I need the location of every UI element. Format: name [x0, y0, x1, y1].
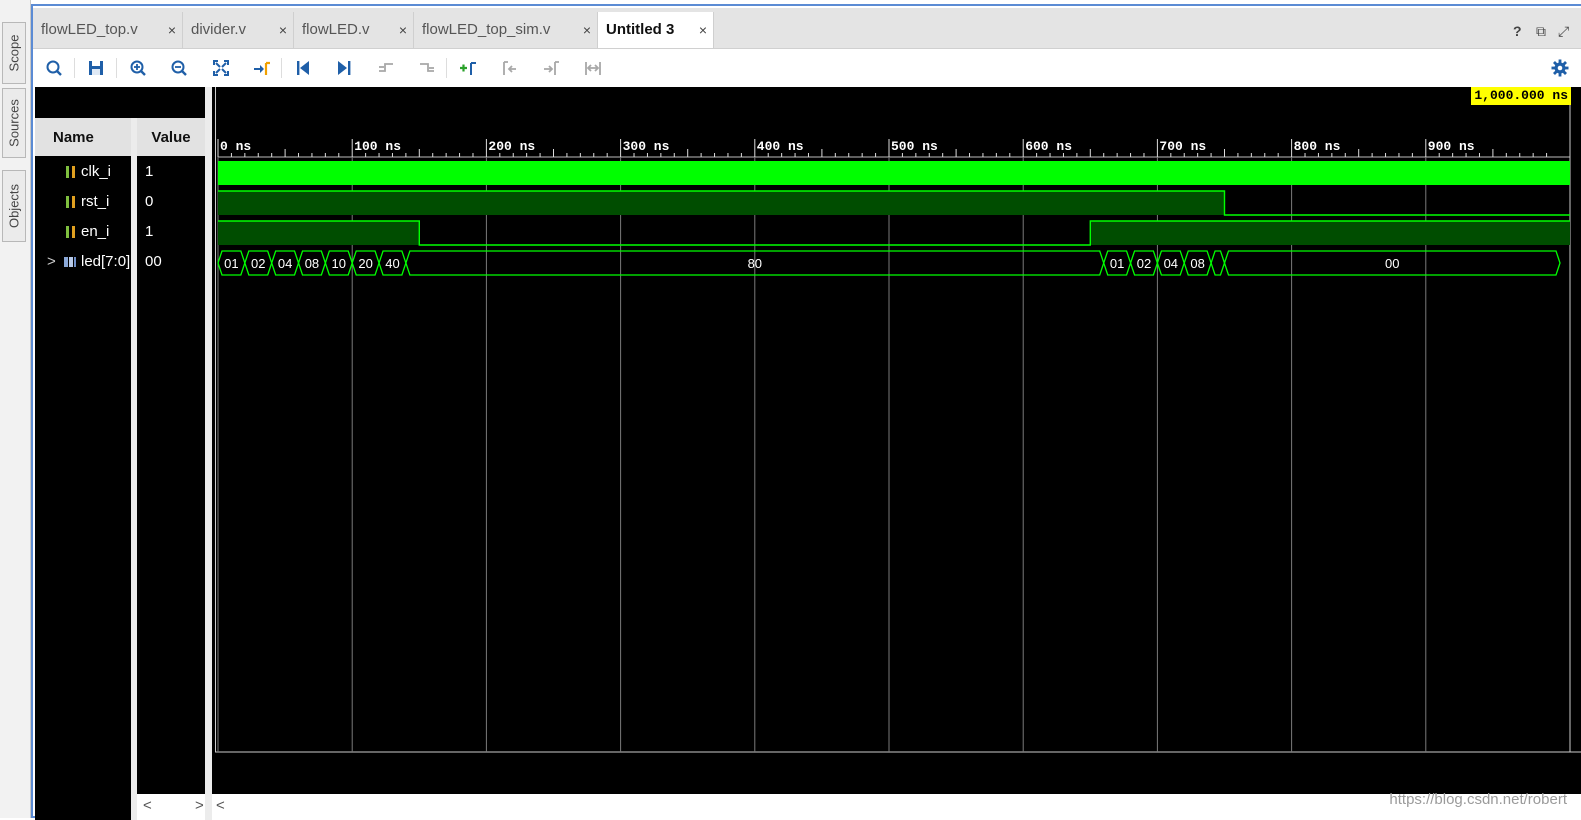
side-tab-scope[interactable]: Scope [2, 22, 26, 84]
bit-signal-icon [65, 195, 77, 214]
signal-name: led[7:0] [81, 253, 131, 270]
signal-name: clk_i [81, 163, 112, 180]
previous-marker-icon[interactable] [499, 57, 521, 79]
side-tab-objects-label: Objects [6, 183, 22, 229]
cursor-time-label: 1,000.000 ns [1471, 87, 1571, 105]
led-bus-value: 20 [358, 256, 372, 271]
value-header-label: Value [151, 128, 191, 146]
scroll-right-arrow[interactable]: > [195, 797, 204, 814]
tick-label: 300 ns [623, 139, 670, 154]
watermark-text: https://blog.csdn.net/robert [1389, 791, 1567, 808]
value-column-header[interactable]: Value [137, 118, 205, 156]
led-bus-value: 02 [251, 256, 265, 271]
next-marker-icon[interactable] [540, 57, 562, 79]
side-tab-scope-label: Scope [6, 34, 22, 72]
tab-flowled-top[interactable]: flowLED_top.v × [33, 12, 183, 48]
go-to-end-icon[interactable] [333, 57, 355, 79]
wave-pane-scrollbar[interactable]: < [212, 794, 1581, 820]
led-bus-value: 00 [1385, 256, 1399, 271]
name-column-header[interactable]: Name [35, 118, 131, 156]
led-bus-segment [1210, 250, 1226, 276]
led-bus-value: 01 [224, 256, 238, 271]
side-tab-sources[interactable]: Sources [2, 88, 26, 158]
en-i-high-fill [218, 221, 420, 245]
go-to-start-icon[interactable] [292, 57, 314, 79]
tick-label: 900 ns [1428, 139, 1475, 154]
side-tab-objects[interactable]: Objects [2, 170, 26, 242]
tab-flowled-top-sim[interactable]: flowLED_top_sim.v × [414, 12, 598, 48]
save-icon[interactable] [85, 57, 107, 79]
bit-signal-icon [65, 165, 77, 184]
value-pane-scrollbar[interactable]: < > [137, 794, 205, 820]
led-bus-value: 08 [1190, 256, 1204, 271]
tick-label: 200 ns [488, 139, 535, 154]
signal-name: en_i [81, 223, 110, 240]
value-wave-splitter[interactable] [205, 87, 212, 820]
led-bus-value: 02 [1137, 256, 1151, 271]
waveform-window: flowLED_top.v × divider.v × flowLED.v × … [31, 4, 1581, 820]
tab-label: divider.v [191, 21, 247, 38]
led-bus-value: 40 [385, 256, 399, 271]
waveform-toolbar [33, 49, 1581, 85]
rst-i-high-fill [218, 191, 1225, 215]
signal-value: 0 [145, 193, 154, 210]
tab-divider[interactable]: divider.v × [183, 12, 294, 48]
en-i-high-fill [1090, 221, 1570, 245]
tab-untitled-3[interactable]: Untitled 3 × [598, 12, 714, 48]
zoom-out-icon[interactable] [168, 57, 190, 79]
tick-label: 400 ns [757, 139, 804, 154]
tab-label: Untitled 3 [606, 21, 675, 38]
zoom-fit-icon[interactable] [210, 57, 232, 79]
signal-value: 1 [145, 223, 154, 240]
side-tab-sources-label: Sources [6, 99, 22, 147]
maximize-window-icon[interactable]: ⤢ [1558, 23, 1569, 40]
restore-window-icon[interactable]: ⧉ [1536, 23, 1546, 40]
tick-label: 500 ns [891, 139, 938, 154]
close-icon[interactable]: × [583, 22, 591, 38]
close-icon[interactable]: × [399, 22, 407, 38]
waveform-viewer: Name Value clk_i 1 rst_i 0 en_i 1 > led[… [35, 87, 1581, 820]
tick-label: 100 ns [354, 139, 401, 154]
tab-label: flowLED_top.v [41, 21, 138, 38]
waveform-plot[interactable]: 0 ns 100 ns 200 ns 300 ns 400 ns 500 ns 600 ns… [215, 87, 1581, 820]
name-header-label: Name [53, 128, 94, 146]
signal-name: rst_i [81, 193, 110, 210]
close-icon[interactable]: × [168, 22, 176, 38]
led-bus-value: 01 [1110, 256, 1124, 271]
swap-cursors-icon[interactable] [582, 57, 604, 79]
signal-value: 1 [145, 163, 154, 180]
led-bus-value: 08 [305, 256, 319, 271]
editor-tab-bar: flowLED_top.v × divider.v × flowLED.v × … [33, 8, 1581, 49]
previous-transition-icon[interactable] [375, 57, 397, 79]
scroll-left-arrow[interactable]: < [216, 797, 225, 814]
led-bus-value: 04 [278, 256, 292, 271]
bit-signal-icon [65, 225, 77, 244]
add-marker-icon[interactable] [457, 57, 479, 79]
tab-label: flowLED.v [302, 21, 370, 38]
tick-label: 700 ns [1159, 139, 1206, 154]
name-value-splitter[interactable] [131, 118, 137, 820]
go-to-cursor-icon[interactable] [251, 57, 273, 79]
tab-flowled[interactable]: flowLED.v × [294, 12, 414, 48]
side-panel-tabs: Scope Sources Objects [0, 0, 31, 818]
search-icon[interactable] [43, 57, 65, 79]
signal-value: 00 [145, 253, 162, 270]
tick-label: 0 ns [220, 139, 251, 154]
close-icon[interactable]: × [279, 22, 287, 38]
scroll-left-arrow[interactable]: < [143, 797, 152, 814]
tab-label: flowLED_top_sim.v [422, 21, 551, 38]
settings-icon[interactable] [1549, 57, 1571, 79]
next-transition-icon[interactable] [416, 57, 438, 79]
tick-label: 800 ns [1294, 139, 1341, 154]
led-bus-value: 10 [332, 256, 346, 271]
led-bus-value: 80 [748, 256, 762, 271]
close-icon[interactable]: × [699, 22, 707, 38]
zoom-in-icon[interactable] [127, 57, 149, 79]
clk-i-wave [218, 161, 1570, 185]
bus-signal-icon [63, 255, 77, 274]
expand-icon[interactable]: > [47, 253, 56, 270]
tick-label: 600 ns [1025, 139, 1072, 154]
led-bus-value: 04 [1164, 256, 1178, 271]
help-icon[interactable]: ? [1513, 23, 1522, 39]
